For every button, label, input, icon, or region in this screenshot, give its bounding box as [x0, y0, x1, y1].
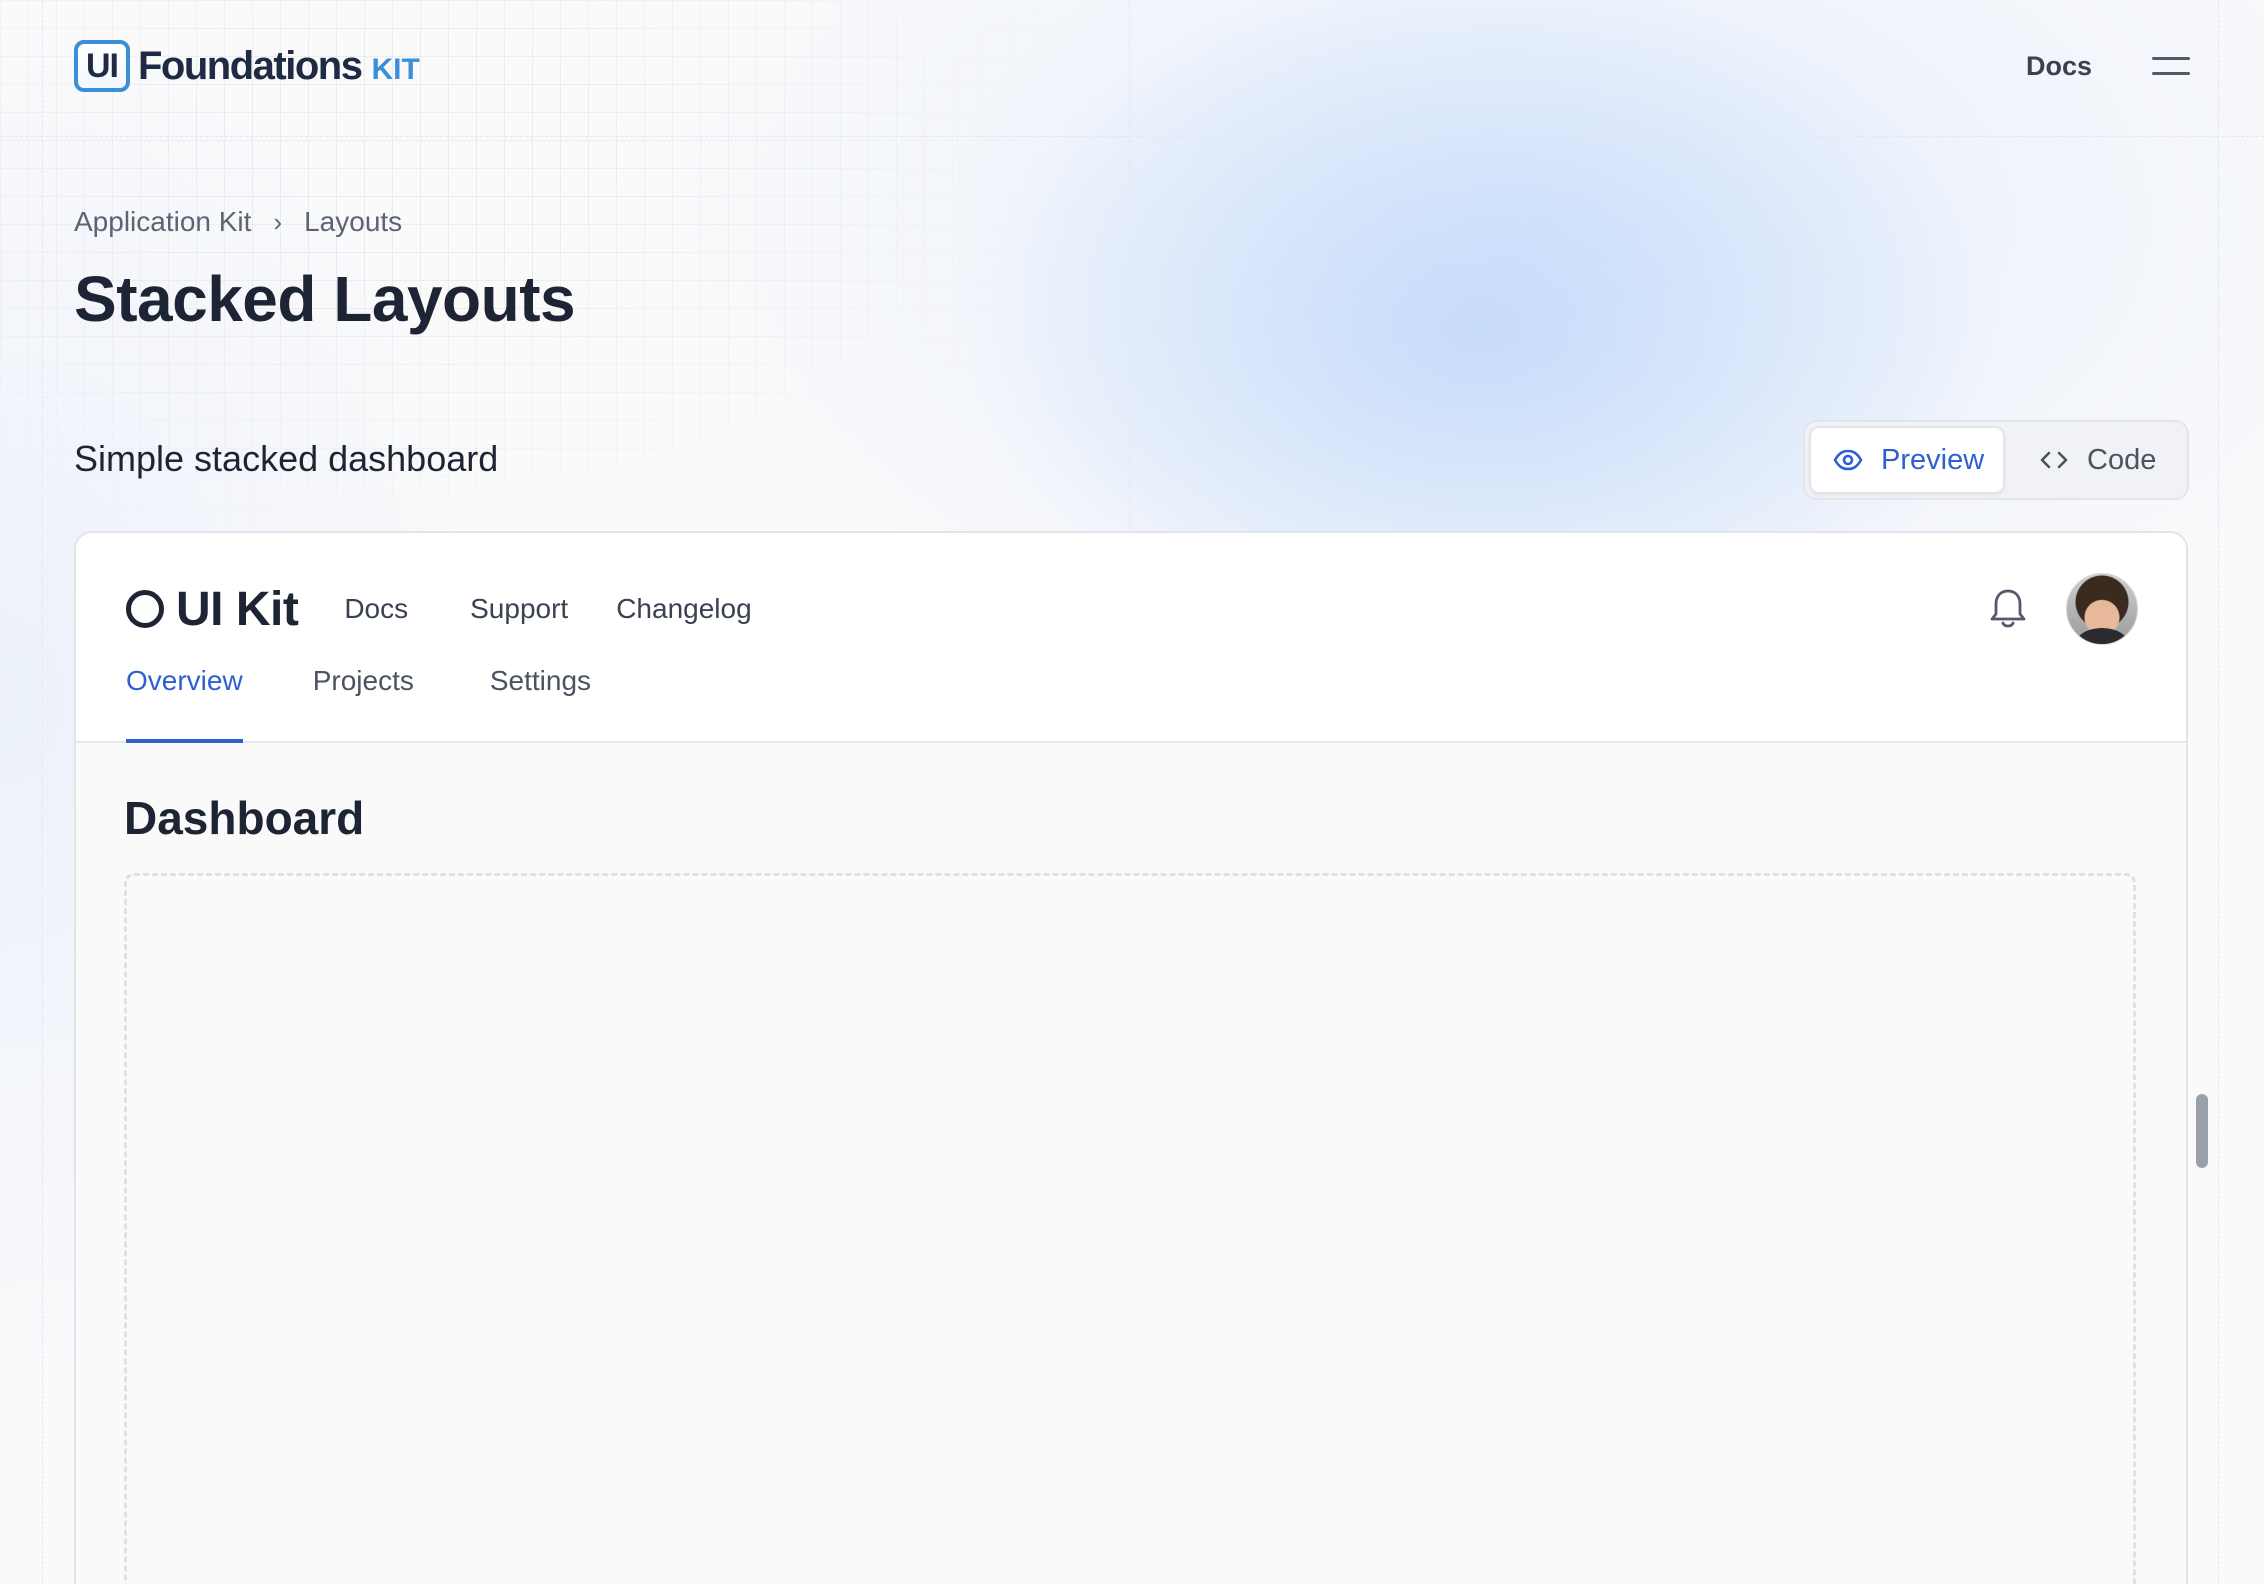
code-label: Code [2087, 443, 2157, 476]
preview-label: Preview [1881, 443, 1985, 476]
preview-tabs: Overview Projects Settings [126, 655, 591, 743]
docs-page: UI Foundations KIT Docs Application Kit … [0, 0, 2264, 1584]
tab-settings[interactable]: Settings [490, 655, 591, 741]
preview-code-toggle: Preview Code [1803, 420, 2189, 500]
guide-line [42, 0, 43, 1584]
guide-line [0, 136, 2264, 137]
preview-button[interactable]: Preview [1809, 426, 2005, 494]
brand-suffix: KIT [371, 53, 420, 86]
preview-logo-text: UI Kit [176, 582, 299, 636]
code-button[interactable]: Code [2017, 426, 2178, 494]
docs-link[interactable]: Docs [2026, 51, 2092, 82]
breadcrumb-item-layouts[interactable]: Layouts [304, 206, 402, 238]
content-placeholder [124, 873, 2136, 1584]
preview-header-actions [1988, 573, 2138, 645]
brand-name: Foundations [138, 43, 363, 88]
breadcrumb: Application Kit › Layouts [74, 206, 402, 238]
preview-nav-links: Docs Support Changelog [344, 593, 751, 625]
guide-line [2218, 0, 2219, 1584]
preview-nav-docs[interactable]: Docs [344, 593, 408, 625]
brand-logo[interactable]: UI Foundations KIT [74, 40, 420, 92]
preview-nav-support[interactable]: Support [470, 593, 568, 625]
bell-icon[interactable] [1988, 587, 2028, 631]
code-icon [2039, 449, 2069, 471]
ring-icon [126, 590, 164, 628]
preview-main: Dashboard [76, 743, 2186, 1584]
dashboard-heading: Dashboard [124, 792, 365, 844]
avatar[interactable] [2066, 573, 2138, 645]
header-actions: Docs [2026, 51, 2190, 82]
chevron-right-icon: › [273, 206, 283, 237]
breadcrumb-item-application-kit[interactable]: Application Kit [74, 206, 251, 238]
scrollbar-thumb[interactable] [2196, 1094, 2208, 1168]
preview-frame: UI Kit Docs Support Changelog Overview P… [74, 531, 2188, 1584]
preview-logo[interactable]: UI Kit [126, 582, 299, 637]
brand-mark: UI [74, 40, 130, 92]
tab-overview[interactable]: Overview [126, 655, 243, 743]
preview-nav-changelog[interactable]: Changelog [616, 593, 751, 625]
hamburger-icon[interactable] [2152, 54, 2190, 78]
site-header: UI Foundations KIT Docs [74, 38, 2190, 94]
preview-topnav: UI Kit Docs Support Changelog [126, 569, 2138, 649]
page-title: Stacked Layouts [74, 263, 576, 335]
eye-icon [1833, 449, 1863, 471]
tab-projects[interactable]: Projects [313, 655, 414, 741]
section-title: Simple stacked dashboard [74, 438, 499, 479]
preview-app-header: UI Kit Docs Support Changelog Overview P… [76, 533, 2186, 743]
